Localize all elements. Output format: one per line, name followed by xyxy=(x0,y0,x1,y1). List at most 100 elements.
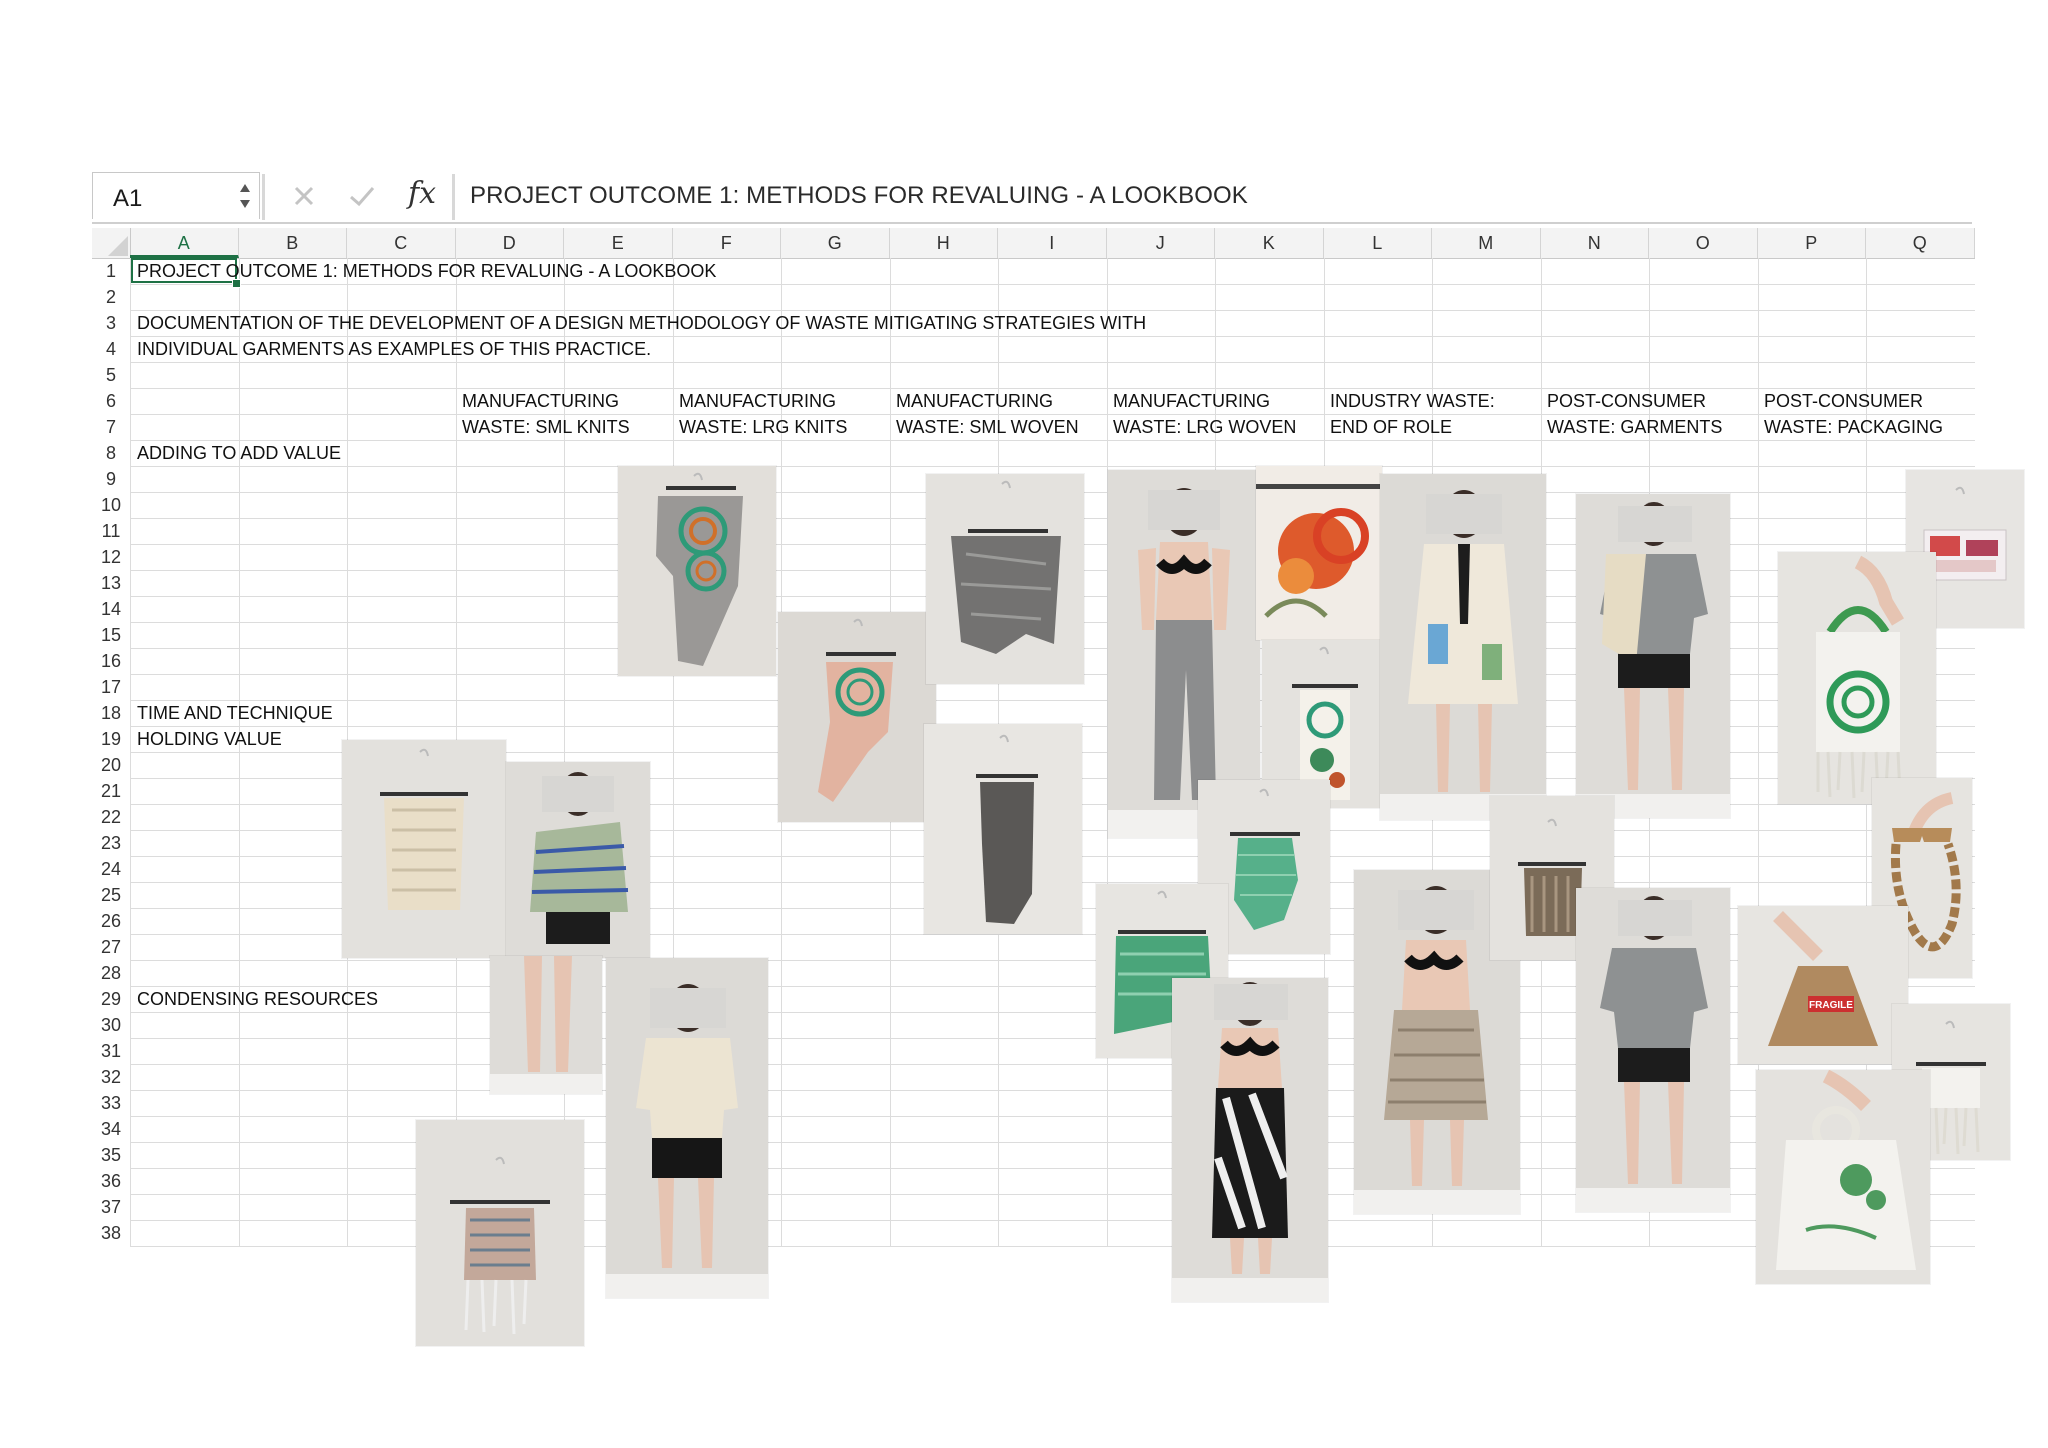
select-all-corner[interactable] xyxy=(92,228,131,258)
row-header-22[interactable]: 22 xyxy=(92,804,130,830)
row-header-2[interactable]: 2 xyxy=(92,284,130,310)
row-header-11[interactable]: 11 xyxy=(92,518,130,544)
row-header-30[interactable]: 30 xyxy=(92,1012,130,1038)
column-header-i[interactable]: I xyxy=(998,228,1107,258)
row-header-24[interactable]: 24 xyxy=(92,856,130,882)
cell-a1[interactable]: PROJECT OUTCOME 1: METHODS FOR REVALUING… xyxy=(137,258,716,284)
photo-model-knit-shrug-grey-tee xyxy=(1576,494,1730,818)
row-header-10[interactable]: 10 xyxy=(92,492,130,518)
row-header-35[interactable]: 35 xyxy=(92,1142,130,1168)
photo-grey-skirt-green-spiral xyxy=(618,466,776,676)
cell-a4[interactable]: INDIVIDUAL GARMENTS AS EXAMPLES OF THIS … xyxy=(137,336,651,362)
row-header-1[interactable]: 1 xyxy=(92,258,130,284)
row-header-20[interactable]: 20 xyxy=(92,752,130,778)
photo-plastic-carrier-bag xyxy=(1756,1070,1930,1284)
name-box[interactable]: A1 xyxy=(92,172,260,219)
column-header-f[interactable]: F xyxy=(673,228,781,258)
row-header-31[interactable]: 31 xyxy=(92,1038,130,1064)
row-header-13[interactable]: 13 xyxy=(92,570,130,596)
row-header-27[interactable]: 27 xyxy=(92,934,130,960)
column-header-b[interactable]: B xyxy=(239,228,347,258)
cell-a8[interactable]: ADDING TO ADD VALUE xyxy=(137,440,341,466)
grid-row-line xyxy=(130,362,1975,363)
column-header-q[interactable]: Q xyxy=(1866,228,1975,258)
name-box-stepper-icon[interactable] xyxy=(237,179,253,213)
cell-p6[interactable]: POST-CONSUMER xyxy=(1764,388,1923,414)
column-header-p[interactable]: P xyxy=(1758,228,1866,258)
column-header-e[interactable]: E xyxy=(564,228,673,258)
photo-green-spiral-tote xyxy=(1778,552,1936,804)
photo-grey-knit-strip xyxy=(924,724,1082,934)
cell-a18[interactable]: TIME AND TECHNIQUE xyxy=(137,700,333,726)
cell-j6[interactable]: MANUFACTURING xyxy=(1113,388,1270,414)
row-header-14[interactable]: 14 xyxy=(92,596,130,622)
column-header-g[interactable]: G xyxy=(781,228,890,258)
row-header-12[interactable]: 12 xyxy=(92,544,130,570)
cell-d6[interactable]: MANUFACTURING xyxy=(462,388,619,414)
cell-n6[interactable]: POST-CONSUMER xyxy=(1547,388,1706,414)
row-header-7[interactable]: 7 xyxy=(92,414,130,440)
column-header-l[interactable]: L xyxy=(1324,228,1432,258)
column-header-d[interactable]: D xyxy=(456,228,564,258)
row-header-3[interactable]: 3 xyxy=(92,310,130,336)
cell-f6[interactable]: MANUFACTURING xyxy=(679,388,836,414)
cell-n7[interactable]: WASTE: GARMENTS xyxy=(1547,414,1722,440)
cell-f7[interactable]: WASTE: LRG KNITS xyxy=(679,414,847,440)
function-icon[interactable]: fx xyxy=(408,176,436,211)
grid-row-line xyxy=(130,440,1975,441)
row-header-17[interactable]: 17 xyxy=(92,674,130,700)
cell-l6[interactable]: INDUSTRY WASTE: xyxy=(1330,388,1495,414)
row-header-34[interactable]: 34 xyxy=(92,1116,130,1142)
row-header-29[interactable]: 29 xyxy=(92,986,130,1012)
cell-p7[interactable]: WASTE: PACKAGING xyxy=(1764,414,1943,440)
cell-l7[interactable]: END OF ROLE xyxy=(1330,414,1452,440)
photo-model-cream-twisted-top xyxy=(606,958,768,1298)
column-header-h[interactable]: H xyxy=(890,228,998,258)
row-header-16[interactable]: 16 xyxy=(92,648,130,674)
cell-a3[interactable]: DOCUMENTATION OF THE DEVELOPMENT OF A DE… xyxy=(137,310,1146,336)
row-header-26[interactable]: 26 xyxy=(92,908,130,934)
cancel-icon[interactable] xyxy=(288,180,320,212)
column-header-k[interactable]: K xyxy=(1215,228,1324,258)
cell-a19[interactable]: HOLDING VALUE xyxy=(137,726,282,752)
cell-j7[interactable]: WASTE: LRG WOVEN xyxy=(1113,414,1296,440)
photo-pink-skirt-green-spiral xyxy=(778,612,936,822)
cell-a29[interactable]: CONDENSING RESOURCES xyxy=(137,986,378,1012)
row-header-19[interactable]: 19 xyxy=(92,726,130,752)
row-header-9[interactable]: 9 xyxy=(92,466,130,492)
cell-d7[interactable]: WASTE: SML KNITS xyxy=(462,414,630,440)
row-header-8[interactable]: 8 xyxy=(92,440,130,466)
grid-row-line xyxy=(130,1246,1975,1247)
photo-model-cream-coat xyxy=(1380,474,1546,820)
row-header-25[interactable]: 25 xyxy=(92,882,130,908)
column-header-n[interactable]: N xyxy=(1541,228,1649,258)
row-header-15[interactable]: 15 xyxy=(92,622,130,648)
name-box-value: A1 xyxy=(113,185,143,212)
cell-h6[interactable]: MANUFACTURING xyxy=(896,388,1053,414)
row-header-32[interactable]: 32 xyxy=(92,1064,130,1090)
row-header-28[interactable]: 28 xyxy=(92,960,130,986)
row-header-21[interactable]: 21 xyxy=(92,778,130,804)
photo-cream-smocked-top xyxy=(342,740,506,958)
column-header-c[interactable]: C xyxy=(347,228,456,258)
row-header-33[interactable]: 33 xyxy=(92,1090,130,1116)
photo-fragile-box-bag: FRAGILE xyxy=(1738,906,1908,1064)
cell-h7[interactable]: WASTE: SML WOVEN xyxy=(896,414,1079,440)
row-header-4[interactable]: 4 xyxy=(92,336,130,362)
row-header-38[interactable]: 38 xyxy=(92,1220,130,1246)
column-header-o[interactable]: O xyxy=(1649,228,1758,258)
column-header-a[interactable]: A xyxy=(130,228,239,258)
row-header-36[interactable]: 36 xyxy=(92,1168,130,1194)
photo-orange-floral-fabric xyxy=(1256,466,1382,640)
row-header-6[interactable]: 6 xyxy=(92,388,130,414)
row-header-23[interactable]: 23 xyxy=(92,830,130,856)
column-header-j[interactable]: J xyxy=(1107,228,1215,258)
row-header-37[interactable]: 37 xyxy=(92,1194,130,1220)
formula-bar: A1 fx PROJECT OUTCOME 1: METHODS FOR REV… xyxy=(92,172,1972,224)
column-header-m[interactable]: M xyxy=(1432,228,1541,258)
photo-woven-multicolour-top xyxy=(416,1120,584,1346)
row-header-18[interactable]: 18 xyxy=(92,700,130,726)
row-header-5[interactable]: 5 xyxy=(92,362,130,388)
formula-input[interactable]: PROJECT OUTCOME 1: METHODS FOR REVALUING… xyxy=(470,182,1248,210)
confirm-check-icon[interactable] xyxy=(346,180,378,212)
